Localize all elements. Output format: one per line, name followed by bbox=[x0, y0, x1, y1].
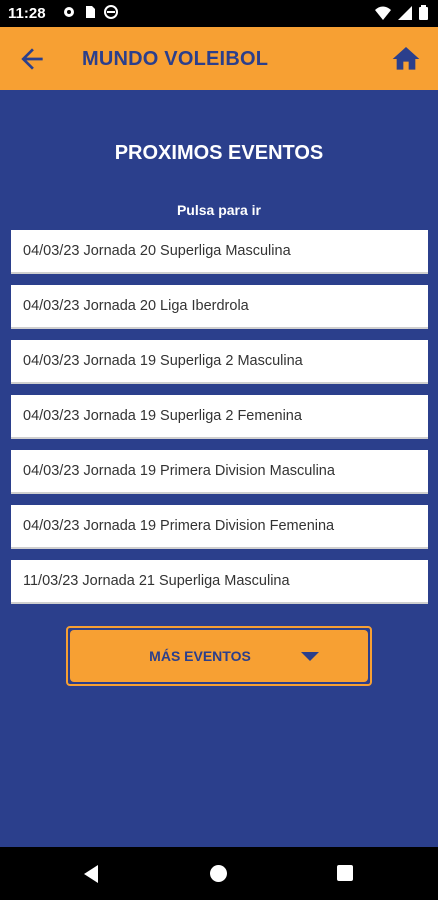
system-nav-bar bbox=[0, 847, 438, 900]
status-bar: 11:28 bbox=[0, 0, 438, 27]
event-list: 04/03/23 Jornada 20 Superliga Masculina … bbox=[11, 230, 428, 615]
back-button[interactable] bbox=[16, 43, 48, 75]
main-content: PROXIMOS EVENTOS Pulsa para ir 04/03/23 … bbox=[0, 90, 438, 847]
sd-card-icon bbox=[83, 5, 97, 19]
page-subheading: Pulsa para ir bbox=[176, 202, 262, 218]
home-button[interactable] bbox=[390, 43, 422, 75]
chevron-down-icon bbox=[300, 651, 319, 661]
more-events-button[interactable]: MÁS EVENTOS bbox=[70, 630, 368, 682]
event-item[interactable]: 04/03/23 Jornada 19 Primera Division Fem… bbox=[11, 505, 428, 549]
event-item[interactable]: 04/03/23 Jornada 19 Superliga 2 Masculin… bbox=[11, 340, 428, 384]
event-item[interactable]: 04/03/23 Jornada 20 Superliga Masculina bbox=[11, 230, 428, 274]
page-heading: PROXIMOS EVENTOS bbox=[114, 142, 324, 164]
battery-icon bbox=[419, 5, 428, 25]
status-time: 11:28 bbox=[8, 5, 46, 22]
no-disturb-icon bbox=[104, 5, 118, 19]
home-icon bbox=[392, 47, 420, 70]
app-bar: MUNDO VOLEIBOL bbox=[0, 27, 438, 90]
nav-back-icon[interactable] bbox=[82, 864, 100, 884]
nav-recent-icon[interactable] bbox=[337, 865, 353, 881]
arrow-left-icon bbox=[21, 48, 43, 70]
event-item[interactable]: 04/03/23 Jornada 20 Liga Iberdrola bbox=[11, 285, 428, 329]
nav-home-icon[interactable] bbox=[210, 865, 227, 882]
gear-icon bbox=[62, 5, 76, 19]
event-item[interactable]: 11/03/23 Jornada 21 Superliga Masculina bbox=[11, 560, 428, 604]
event-item[interactable]: 04/03/23 Jornada 19 Primera Division Mas… bbox=[11, 450, 428, 494]
app-title: MUNDO VOLEIBOL bbox=[82, 48, 269, 70]
status-icons-left bbox=[62, 5, 118, 19]
more-events-label: MÁS EVENTOS bbox=[149, 648, 251, 664]
status-icons-right bbox=[375, 5, 428, 25]
signal-icon bbox=[398, 5, 412, 25]
wifi-icon bbox=[375, 6, 391, 25]
event-item[interactable]: 04/03/23 Jornada 19 Superliga 2 Femenina bbox=[11, 395, 428, 439]
